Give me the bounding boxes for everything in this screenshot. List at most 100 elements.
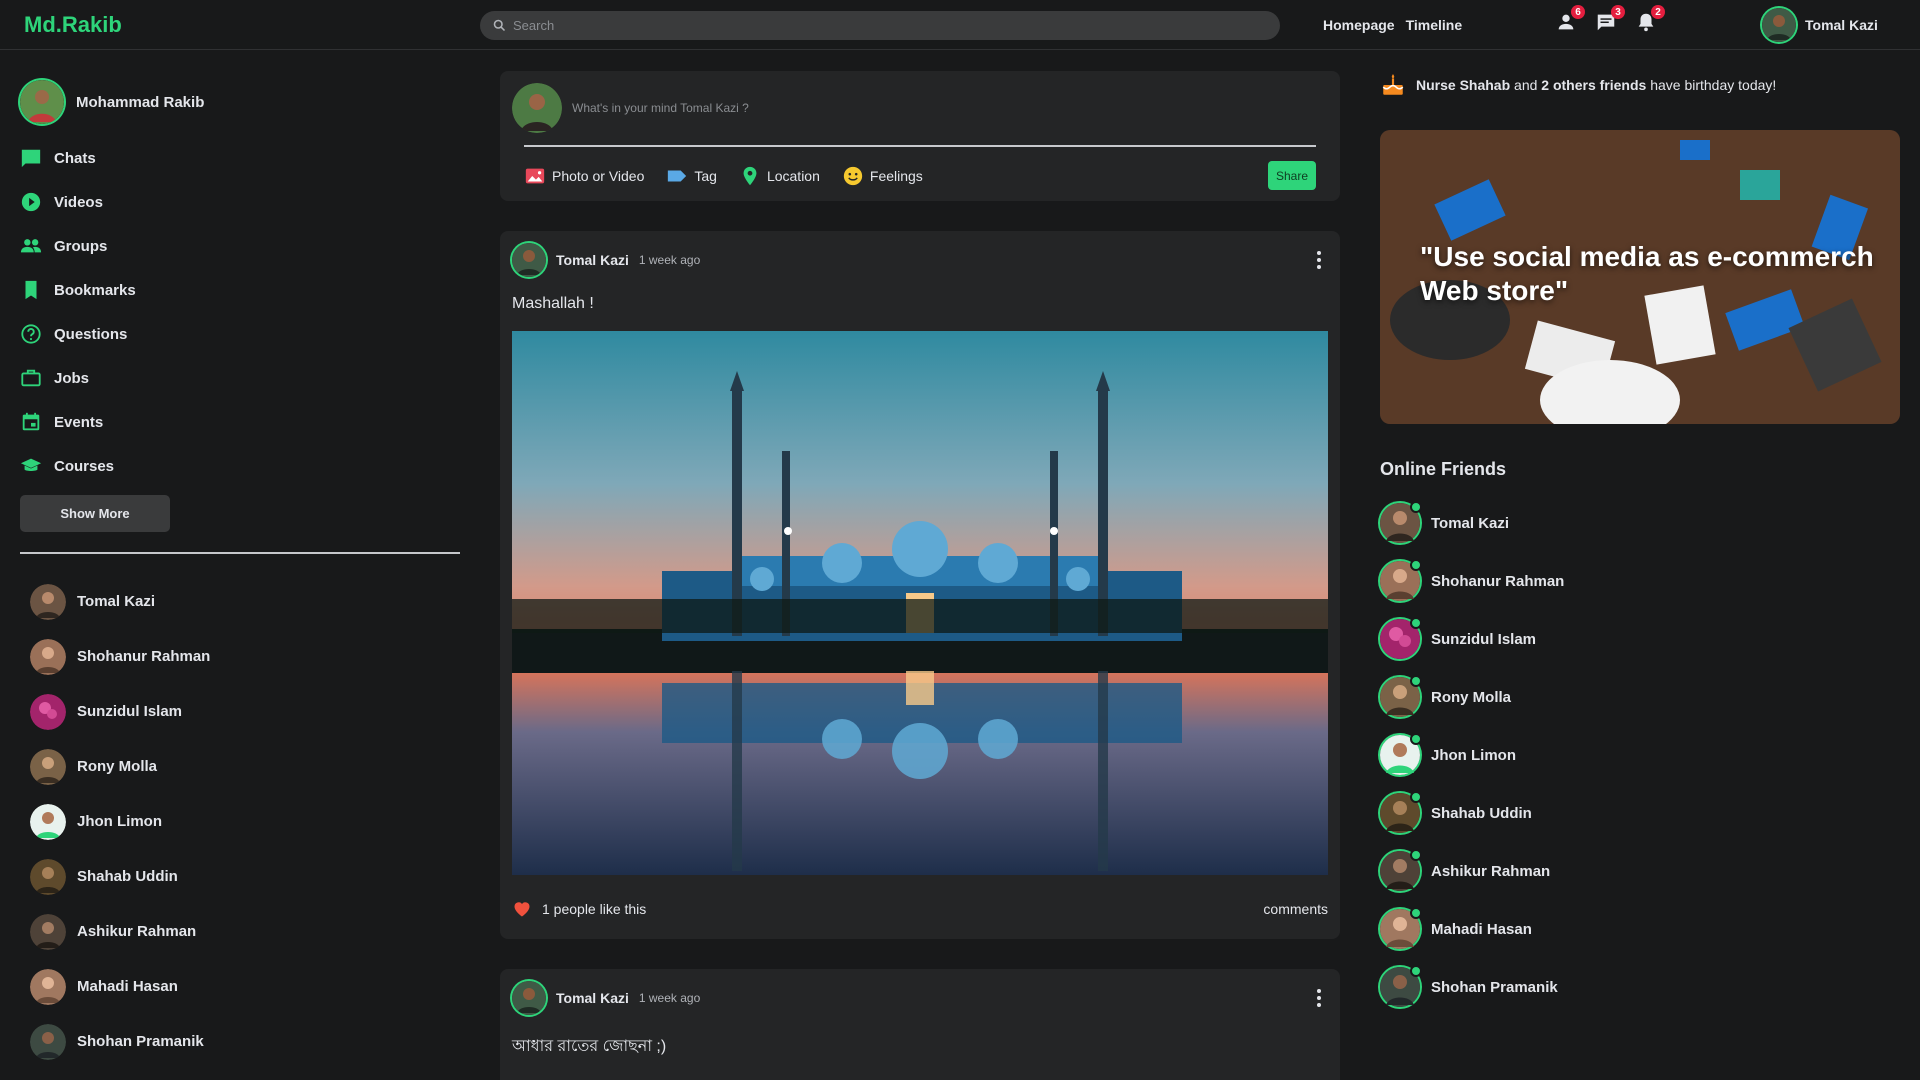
online-friend-item[interactable]: Shohanur Rahman [1380, 552, 1900, 610]
friend-item[interactable]: Rony Molla [30, 739, 460, 794]
birthday-name[interactable]: Nurse Shahab [1416, 77, 1510, 93]
avatar [1380, 559, 1422, 601]
avatar [1762, 8, 1796, 42]
friend-item[interactable]: Jhon Limon [30, 794, 460, 849]
online-friends-title: Online Friends [1380, 459, 1507, 479]
friend-name: Mahadi Hasan [77, 978, 178, 995]
sidebar-item-bookmarks[interactable]: Bookmarks [20, 268, 460, 312]
online-friend-item[interactable]: Ashikur Rahman [1380, 842, 1900, 900]
group-icon [20, 239, 42, 253]
online-status-dot [1410, 791, 1422, 803]
friend-item[interactable]: Shohan Pramanik [30, 1014, 460, 1069]
avatar [30, 638, 66, 675]
friend-name: Rony Molla [77, 758, 158, 775]
sidebar-item-questions[interactable]: Questions [20, 312, 460, 356]
sidebar-item-jobs[interactable]: Jobs [20, 356, 460, 400]
play-circle-icon [21, 192, 41, 212]
search-input[interactable] [513, 18, 1253, 33]
post-text: Mashallah ! [512, 295, 594, 312]
online-status-dot [1410, 907, 1422, 919]
calendar-icon [22, 412, 40, 431]
current-user-menu[interactable]: Tomal Kazi [1762, 8, 1878, 42]
sidebar-profile[interactable]: Mohammad Rakib [20, 80, 460, 124]
online-friend-item[interactable]: Shahab Uddin [1380, 784, 1900, 842]
post-composer: Photo or Video Tag Location Feelings Sha… [500, 71, 1340, 201]
profile-name: Mohammad Rakib [76, 93, 205, 111]
tag-button[interactable]: Tag [666, 165, 717, 187]
sidebar-item-videos[interactable]: Videos [20, 180, 460, 224]
share-button[interactable]: Share [1268, 161, 1316, 190]
location-button[interactable]: Location [739, 165, 820, 187]
online-friend-item[interactable]: Shohan Pramanik [1380, 958, 1900, 1016]
avatar [30, 583, 66, 620]
post-author[interactable]: Tomal Kazi [556, 252, 629, 268]
right-sidebar: Nurse Shahab and 2 others friends have b… [1380, 70, 1900, 1016]
sidebar-item-groups[interactable]: Groups [20, 224, 460, 268]
online-status-dot [1410, 965, 1422, 977]
friend-item[interactable]: Mahadi Hasan [30, 959, 460, 1014]
online-friend-name: Tomal Kazi [1431, 514, 1510, 532]
notifications-button[interactable]: 2 [1635, 5, 1665, 35]
birthday-tail: have birthday today! [1650, 77, 1777, 93]
current-user-name: Tomal Kazi [1805, 17, 1878, 33]
more-options-icon[interactable] [1316, 989, 1322, 1007]
post-image-mosque[interactable] [512, 331, 1328, 875]
friend-item[interactable]: Shahab Uddin [30, 849, 460, 904]
logo[interactable]: Md.Rakib [24, 12, 122, 38]
avatar [1380, 617, 1422, 659]
news-feed: Photo or Video Tag Location Feelings Sha… [500, 71, 1340, 1080]
friend-item[interactable]: Tomal Kazi [30, 574, 460, 629]
ad-text: "Use social media as e-commerch Web stor… [1420, 241, 1874, 306]
birthday-others[interactable]: 2 others friends [1541, 77, 1646, 93]
avatar [512, 243, 546, 277]
online-friend-item[interactable]: Rony Molla [1380, 668, 1900, 726]
briefcase-icon [21, 369, 41, 387]
online-friend-name: Shohanur Rahman [1431, 572, 1565, 590]
sidebar-item-courses[interactable]: Courses [20, 444, 460, 488]
friend-name: Shahab Uddin [77, 868, 178, 885]
sidebar-item-events[interactable]: Events [20, 400, 460, 444]
sidebar-item-label: Chats [54, 149, 96, 167]
show-more-button[interactable]: Show More [20, 495, 170, 532]
friend-item[interactable]: Shohanur Rahman [30, 629, 460, 684]
post-author[interactable]: Tomal Kazi [556, 990, 629, 1006]
comments-link[interactable]: comments [1263, 901, 1328, 917]
friend-name: Ashikur Rahman [77, 923, 197, 940]
friend-name: Shohanur Rahman [77, 648, 211, 665]
birthday-and: and [1514, 77, 1538, 93]
birthday-notice: Nurse Shahab and 2 others friends have b… [1380, 70, 1900, 100]
friend-requests-button[interactable]: 6 [1555, 5, 1585, 35]
sidebar-item-chats[interactable]: Chats [20, 136, 460, 180]
action-label: Feelings [869, 167, 923, 184]
online-friend-item[interactable]: Sunzidul Islam [1380, 610, 1900, 668]
nav-timeline-link[interactable]: Timeline [1406, 17, 1463, 33]
friend-item[interactable]: Ashikur Rahman [30, 904, 460, 959]
label-icon [668, 170, 687, 181]
online-friend-item[interactable]: Mahadi Hasan [1380, 900, 1900, 958]
avatar [30, 968, 66, 1005]
action-label: Location [766, 167, 820, 184]
status-input[interactable] [572, 101, 1172, 115]
feelings-button[interactable]: Feelings [842, 165, 923, 187]
question-icon [21, 324, 41, 344]
nav-homepage-link[interactable]: Homepage [1323, 17, 1395, 33]
online-friend-item[interactable]: Jhon Limon [1380, 726, 1900, 784]
messages-badge: 3 [1611, 5, 1625, 19]
advertisement-banner[interactable]: "Use social media as e-commerch Web stor… [1380, 130, 1900, 424]
sidebar-item-label: Videos [54, 193, 103, 211]
photo-video-button[interactable]: Photo or Video [524, 165, 644, 187]
avatar [512, 981, 546, 1015]
action-label: Photo or Video [552, 167, 645, 184]
online-friend-name: Jhon Limon [1431, 746, 1516, 764]
avatar [1380, 791, 1422, 833]
messages-button[interactable]: 3 [1595, 5, 1625, 35]
friend-item[interactable]: Sunzidul Islam [30, 684, 460, 739]
heart-icon[interactable] [512, 899, 532, 919]
sidebar-item-label: Courses [54, 457, 115, 475]
likes-count: 1 people like this [542, 901, 647, 917]
more-options-icon[interactable] [1316, 251, 1322, 269]
online-friend-item[interactable]: Tomal Kazi [1380, 494, 1900, 552]
avatar [1380, 733, 1422, 775]
search-bar[interactable] [480, 11, 1280, 40]
online-friend-name: Sunzidul Islam [1431, 630, 1537, 648]
